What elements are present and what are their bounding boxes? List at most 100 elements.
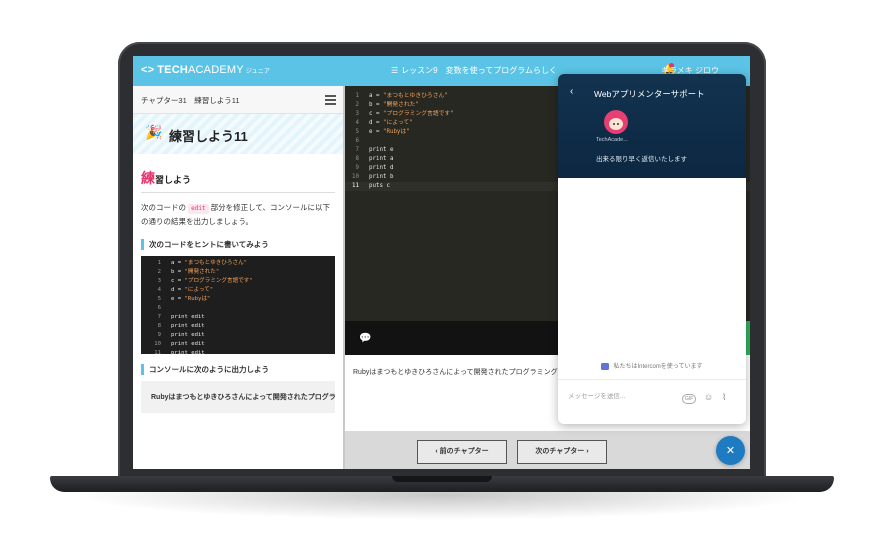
messenger-header: ‹ Webアプリメンターサポート TechAcade... 出来る限り早く返信い… [558,74,746,178]
prev-chapter-label: 前のチャプター [439,448,489,455]
line-number: 3 [355,111,360,117]
lesson-breadcrumb[interactable]: ☰ レッスン9 変数を使ってプログラムらしく [391,65,557,76]
section-heading-rest: 習しよう [155,175,192,185]
line-number: 7 [157,314,161,320]
code-text: print b [369,174,394,180]
line-number: 4 [157,287,161,293]
line-number: 2 [157,269,161,275]
code-text: a = [171,260,185,266]
techacademy-logo[interactable]: <> TECHACADEMY ジュニア [141,64,270,76]
section-heading: 練習しよう [141,168,335,193]
chevron-right-icon: › [586,448,589,455]
inline-code-edit: edit [188,204,209,214]
code-text: a = [369,93,383,99]
line-number: 8 [355,156,360,162]
close-messenger-button[interactable]: ✕ [716,436,745,465]
menu-icon[interactable] [325,95,336,107]
code-line: 6 [141,304,335,313]
chapter-label: チャプター31 練習しよう11 [141,96,240,105]
line-number: 9 [157,332,161,338]
line-number: 1 [355,93,360,99]
run-button-edge[interactable] [746,321,750,355]
message-input[interactable] [568,393,673,400]
line-number: 6 [355,138,360,144]
code-string: "まつもとゆきひろさん" [184,260,248,266]
emoji-icon[interactable]: ☺ [704,392,713,402]
console-heading: コンソールに次のように出力しよう [141,364,335,375]
code-text: c = [171,278,185,284]
intercom-note[interactable]: 私たちはIntercomを使っています [558,361,746,370]
code-string: "開発された" [184,269,220,275]
line-number: 3 [157,278,161,284]
agent-avatar [604,110,628,134]
code-text: b = [171,269,185,275]
prev-chapter-button[interactable]: ‹ 前のチャプター [417,440,507,464]
intercom-note-text: 私たちはIntercomを使っています [613,364,703,370]
code-line: 9 print edit [141,331,335,340]
instruction-text: 次のコードの edit 部分を修正して、コンソールに以下の通りの結果を出力しまし… [141,201,335,229]
next-chapter-button[interactable]: 次のチャプター › [517,440,607,464]
code-string: "プログラミング言語です" [184,278,253,284]
chapter-bar: チャプター31 練習しよう11 [133,86,343,114]
line-number: 5 [355,129,360,135]
section-first-char: 練 [141,170,155,186]
line-number: 5 [157,296,161,302]
line-number: 11 [352,183,359,189]
chapter-navigation: ‹ 前のチャプター 次のチャプター › [345,431,750,469]
code-text: puts c [369,183,390,189]
code-string: "Rubyは" [382,129,410,135]
code-line: 3 c = "プログラミング言語です" [141,277,335,286]
party-popper-icon: 🎉 [145,124,163,140]
code-text: print edit [171,350,205,356]
code-string: "開発された" [382,102,419,108]
expected-output: Rubyはまつもとゆきひろさんによって開発されたプログラミング言語です [141,381,335,413]
code-string: "によって" [382,120,413,126]
hint-code-block: 1 a = "まつもとゆきひろさん" 2 b = "開発された" 3 c = "プログラミ… [141,256,335,356]
code-line: 4 d = "によって" [141,286,335,295]
list-icon: ☰ [391,66,399,75]
code-line: 1 a = "まつもとゆきひろさん" [141,259,335,268]
code-text: print edit [171,341,205,347]
line-number: 7 [355,147,360,153]
code-text: e = [171,296,185,302]
laptop-screen: <> TECHACADEMY ジュニア ☰ レッスン9 変数を使ってプログラムらしく 🔔… [133,56,750,469]
hint-heading: 次のコードをヒントに書いてみよう [141,239,335,250]
code-line: 11 print edit [141,349,335,358]
code-text: d = [171,287,185,293]
lesson-title: 変数を使ってプログラムらしく [445,66,557,75]
code-line: 10 print edit [141,340,335,349]
code-text: d = [369,120,383,126]
line-number: 4 [355,120,360,126]
gif-icon[interactable]: GIF [682,394,697,404]
line-number: 6 [157,305,161,311]
line-number: 10 [154,341,161,347]
code-string: "によって" [184,287,214,293]
code-string: "プログラミング言語です" [382,111,454,117]
logo-bold: TECH [157,64,188,76]
messenger-title: Webアプリメンターサポート [594,89,705,99]
agent-name: TechAcade... [596,137,628,143]
logo-light: ACADEMY [188,64,244,76]
code-text: print edit [171,314,205,320]
line-number: 1 [157,260,161,266]
logo-sub: ジュニア [245,69,271,75]
code-text: e = [369,129,383,135]
line-number: 2 [355,102,360,108]
intercom-icon [601,362,610,370]
code-string: "まつもとゆきひろさん" [382,93,448,99]
code-line: 7 print edit [141,313,335,322]
line-number: 9 [355,165,360,171]
back-icon[interactable]: ‹ [570,86,573,97]
lesson-panel: チャプター31 練習しよう11 🎉 練習しよう11 練習しよう 次のコードの e… [133,86,343,469]
code-text: print a [369,156,394,162]
close-icon: ✕ [725,444,736,457]
code-line: 5 e = "Rubyは" [141,295,335,304]
code-line: 2 b = "開発された" [141,268,335,277]
line-number: 8 [157,323,161,329]
banner-title: 練習しよう11 [169,129,248,144]
next-chapter-label: 次のチャプター [535,448,585,455]
code-text: print edit [171,332,205,338]
instruction-before: 次のコードの [141,203,186,212]
exercise-banner: 🎉 練習しよう11 [133,114,343,154]
attachment-icon[interactable]: ⌇ [722,392,726,403]
